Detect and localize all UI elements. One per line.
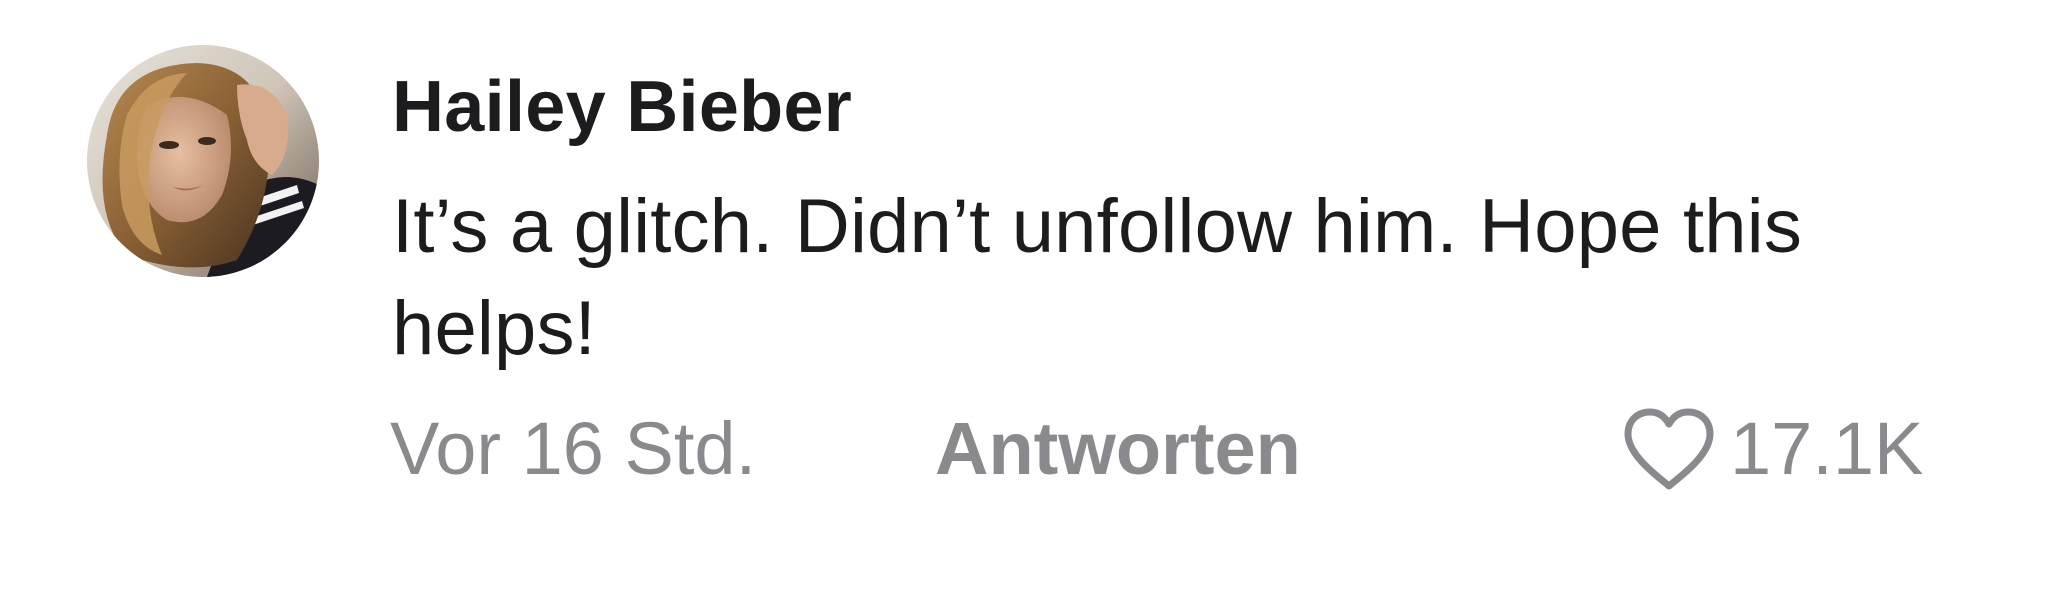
comment-text: It’s a glitch. Didn’t unfollow him. Hope… [392,184,1803,371]
username-link[interactable]: Hailey Bieber [392,64,852,150]
avatar[interactable] [87,45,319,277]
reply-button[interactable]: Antworten [935,404,1301,494]
profile-photo-icon [87,45,319,277]
heart-outline-icon [1624,408,1714,490]
like-button[interactable]: 17.1K [1620,404,1923,494]
timestamp: Vor 16 Std. [390,407,757,490]
comment-item: Hailey Bieber It’s a glitch. Didn’t unfo… [0,0,2048,609]
like-count: 17.1K [1730,407,1924,490]
